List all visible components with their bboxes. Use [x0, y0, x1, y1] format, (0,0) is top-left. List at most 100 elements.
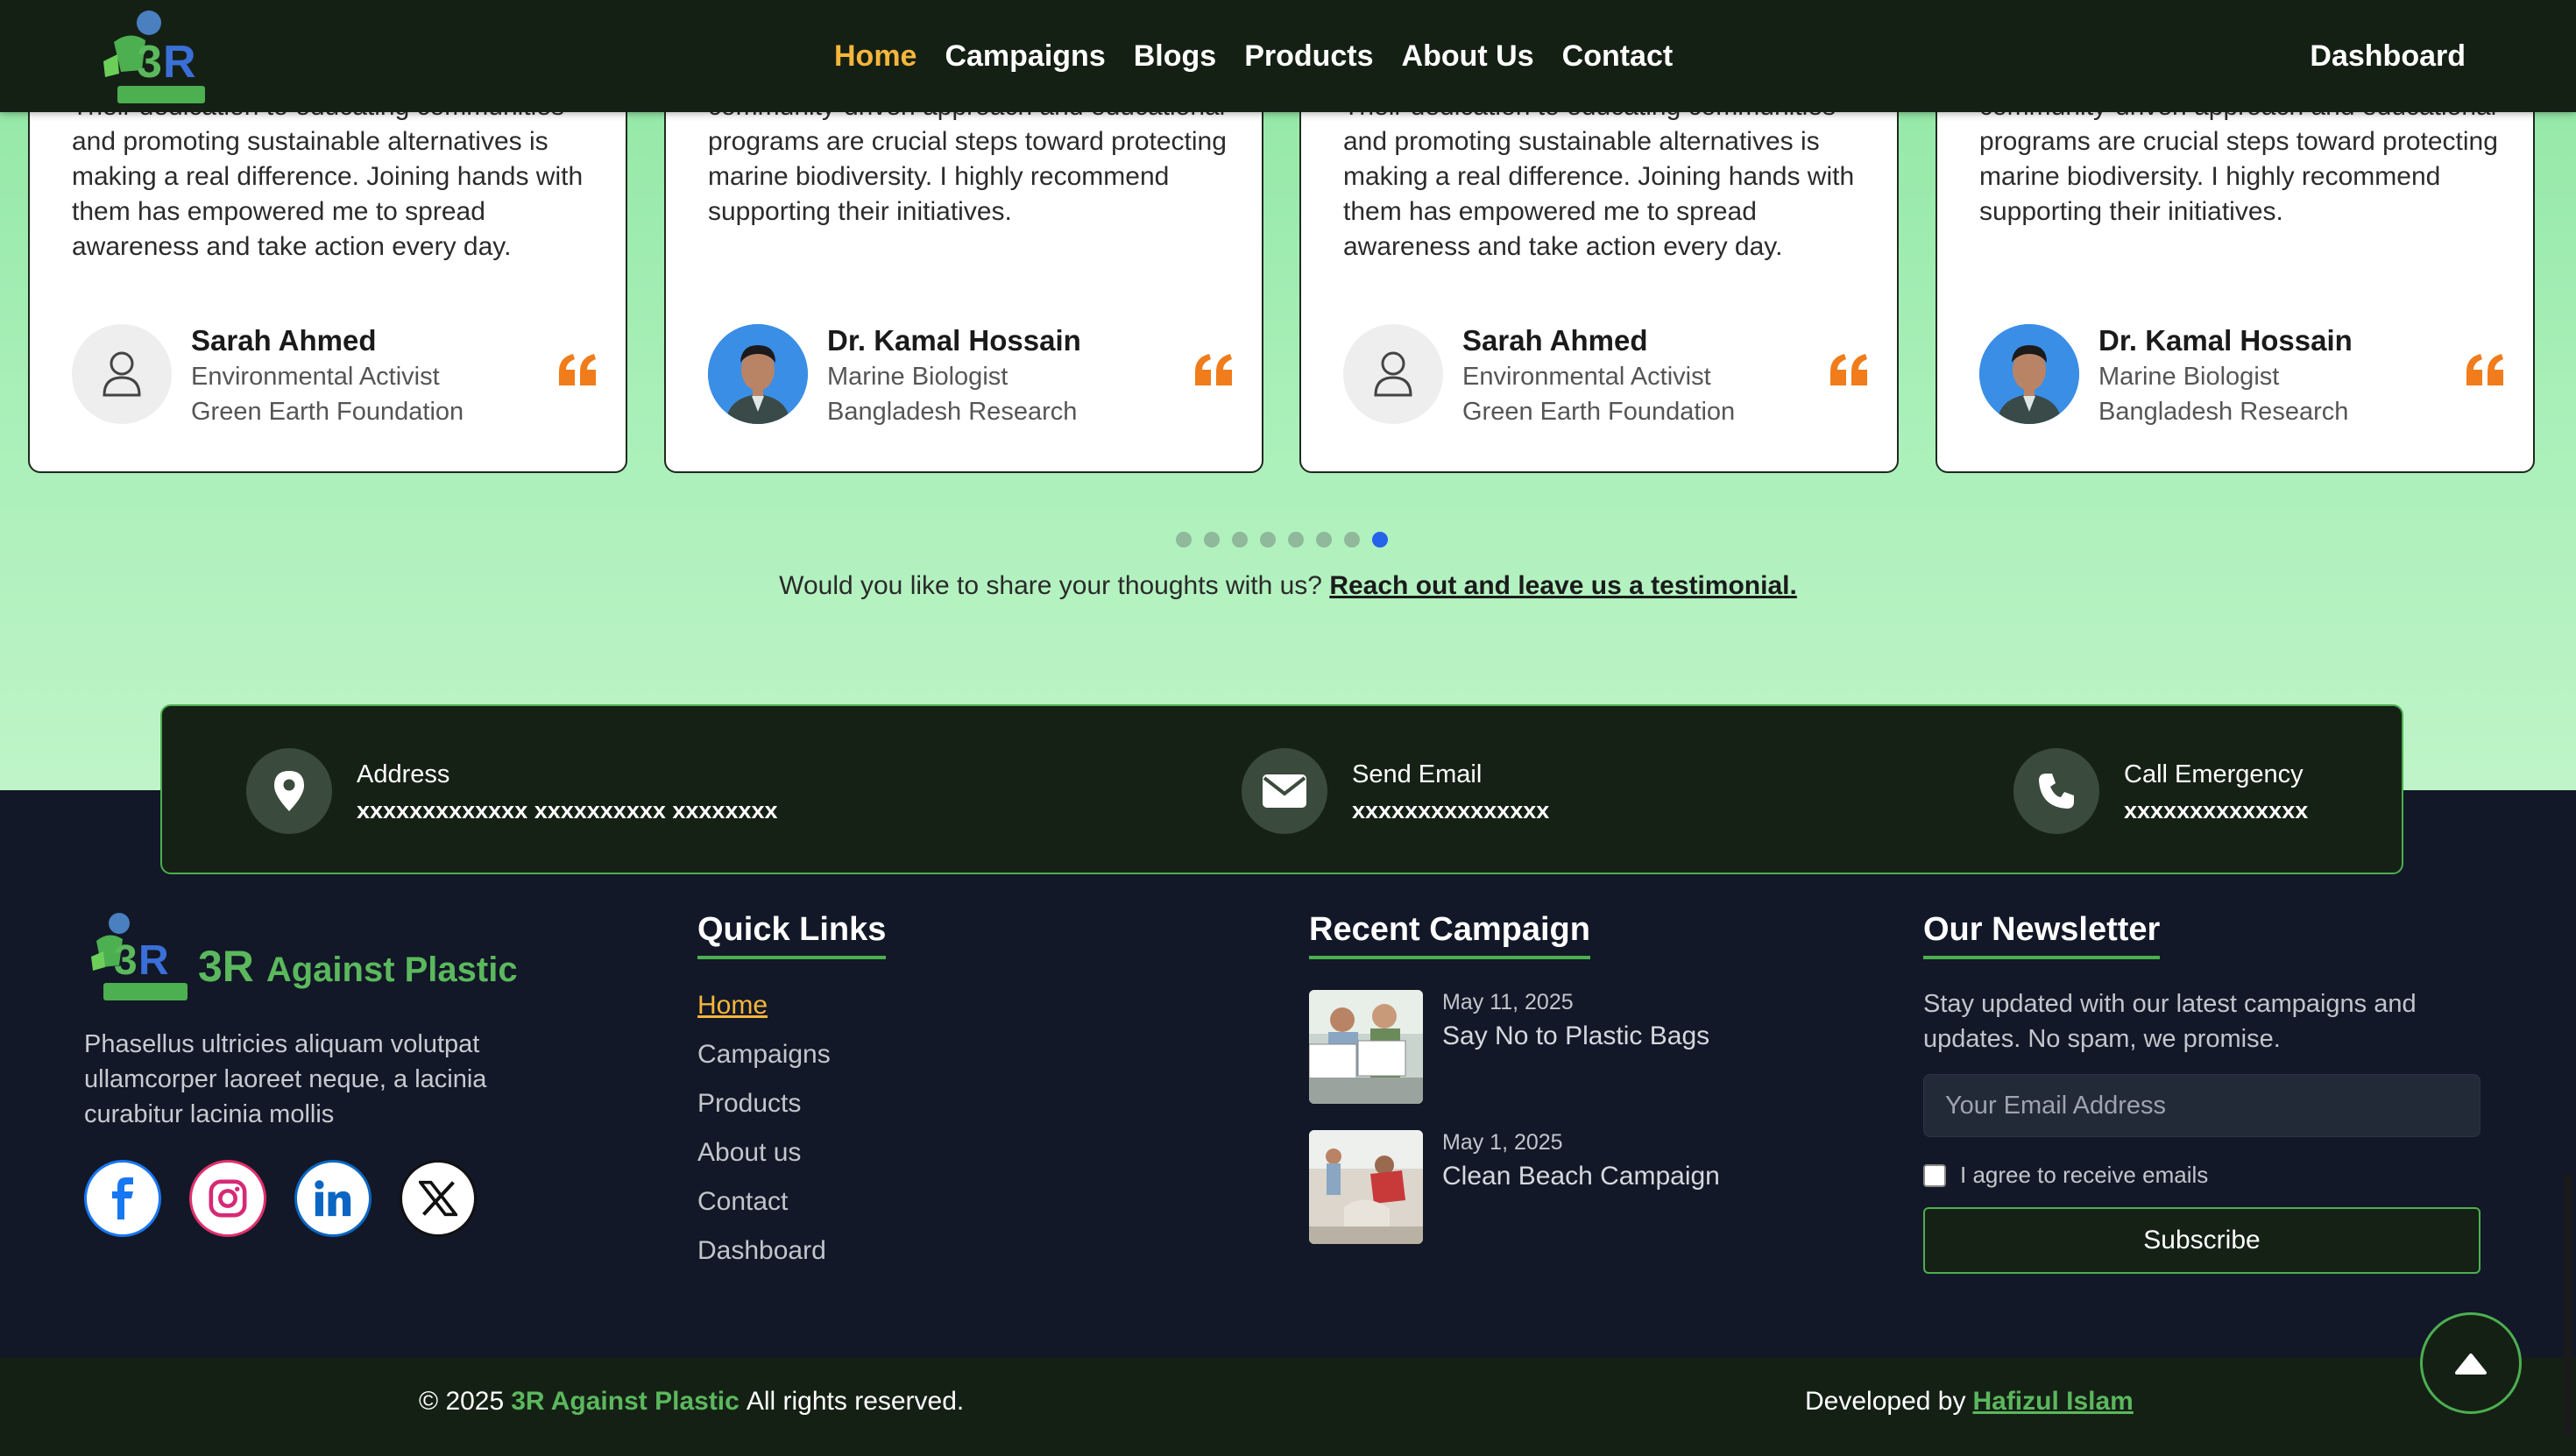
author-photo [1979, 324, 2079, 424]
carousel-dots [1176, 532, 1388, 548]
consent-checkbox[interactable] [1923, 1163, 1946, 1187]
quote-icon [2466, 354, 2503, 385]
testimonial-author: Sarah Ahmed Environmental Activist Green… [72, 324, 598, 429]
carousel-dot[interactable] [1288, 532, 1304, 548]
author-role: Environmental Activist [191, 363, 440, 391]
campaign-date: May 1, 2025 [1442, 1130, 1563, 1155]
location-pin-icon [246, 748, 332, 834]
main-nav: Home Campaigns Blogs Products About Us C… [834, 0, 1673, 112]
author-org: Green Earth Foundation [191, 398, 464, 426]
quote-icon [1195, 354, 1232, 385]
footer-link-contact[interactable]: Contact [697, 1184, 831, 1219]
footer: 3 R 3R Against Plastic Phasellus ultrici… [0, 790, 2576, 1358]
copyright-brand: 3R Against Plastic [511, 1387, 740, 1416]
author-org: Bangladesh Research [2098, 398, 2349, 426]
user-placeholder-icon [72, 324, 172, 424]
leave-testimonial-link[interactable]: Reach out and leave us a testimonial. [1329, 571, 1797, 600]
developer-credit: Developed by Hafizul Islam [1805, 1358, 2134, 1445]
page-scrollbar[interactable] [2560, 0, 2576, 1456]
campaign-thumbnail [1309, 990, 1423, 1104]
contact-value[interactable]: xxxxxxxxxxxxxxx [1352, 797, 1549, 824]
carousel-dot[interactable] [1344, 532, 1360, 548]
user-placeholder-icon [1343, 324, 1443, 424]
x-twitter-icon[interactable] [400, 1160, 477, 1237]
footer-link-products[interactable]: Products [697, 1086, 831, 1120]
contact-label: Address [357, 760, 450, 788]
author-name: Sarah Ahmed [1462, 324, 1648, 357]
nav-products[interactable]: Products [1244, 39, 1373, 74]
nav-about-us[interactable]: About Us [1402, 39, 1534, 74]
footer-link-dashboard[interactable]: Dashboard [697, 1233, 831, 1268]
instagram-icon[interactable] [189, 1160, 266, 1237]
consent-label: I agree to receive emails [1960, 1162, 2209, 1188]
share-prefix: Would you like to share your thoughts wi… [779, 571, 1322, 600]
svg-text:3: 3 [137, 37, 162, 88]
carousel-dot[interactable] [1316, 532, 1332, 548]
linkedin-icon[interactable] [294, 1160, 372, 1237]
author-org: Bangladesh Research [827, 398, 1078, 426]
author-photo [708, 324, 808, 424]
campaign-title: Say No to Plastic Bags [1442, 1021, 1710, 1050]
quote-icon [559, 354, 596, 385]
brand-name: 3R [198, 942, 254, 991]
copyright-bar: © 2025 3R Against Plastic All rights res… [0, 1358, 2576, 1456]
carousel-dot[interactable] [1260, 532, 1276, 548]
campaign-date: May 11, 2025 [1442, 990, 1574, 1014]
author-role: Marine Biologist [827, 363, 1008, 391]
footer-description: Phasellus ultricies aliquam volutpat ull… [84, 1030, 487, 1128]
author-name: Dr. Kamal Hossain [827, 324, 1081, 357]
carousel-dot-active[interactable] [1372, 532, 1388, 548]
quick-links-heading: Quick Links [697, 911, 887, 959]
scroll-to-top-button[interactable] [2420, 1312, 2522, 1414]
quick-links: Home Campaigns Products About us Contact… [697, 988, 831, 1268]
footer-brand: 3R Against Plastic [198, 941, 518, 992]
recent-campaign-item[interactable]: May 1, 2025 Clean Beach Campaign [1309, 1130, 1800, 1244]
footer-link-campaigns[interactable]: Campaigns [697, 1037, 831, 1071]
contact-value[interactable]: xxxxxxxxxxxxxx [2124, 797, 2308, 824]
subscribe-button[interactable]: Subscribe [1923, 1207, 2480, 1274]
svg-text:R: R [163, 37, 196, 88]
newsletter-email-input[interactable] [1923, 1074, 2480, 1137]
nav-dashboard-button[interactable]: Dashboard [2310, 0, 2466, 112]
carousel-dot[interactable] [1232, 532, 1248, 548]
brand-logo: 3 R [91, 913, 188, 1000]
recent-campaign-item[interactable]: May 11, 2025 Say No to Plastic Bags [1309, 990, 1800, 1104]
svg-text:3: 3 [114, 937, 138, 984]
navbar: 3 R Home Campaigns Blogs Products About … [0, 0, 2576, 112]
quote-icon [1830, 354, 1867, 385]
footer-link-about[interactable]: About us [697, 1135, 831, 1170]
developer-link[interactable]: Hafizul Islam [1972, 1387, 2133, 1417]
copyright-prefix: © 2025 [419, 1387, 505, 1416]
social-links [84, 1160, 477, 1237]
contact-label: Call Emergency [2124, 760, 2304, 788]
newsletter-heading: Our Newsletter [1923, 911, 2161, 959]
author-org: Green Earth Foundation [1462, 398, 1736, 426]
footer-link-home[interactable]: Home [697, 988, 831, 1022]
nav-blogs[interactable]: Blogs [1134, 39, 1216, 74]
copyright-suffix: All rights reserved. [746, 1387, 965, 1416]
newsletter-description: Stay updated with our latest campaigns a… [1923, 990, 2417, 1053]
campaign-thumbnail [1309, 1130, 1423, 1244]
envelope-icon [1242, 748, 1327, 834]
nav-contact[interactable]: Contact [1562, 39, 1674, 74]
site-logo[interactable]: 3 R [96, 7, 210, 105]
author-role: Environmental Activist [1462, 363, 1711, 391]
recent-campaign-heading: Recent Campaign [1309, 911, 1590, 959]
scrollbar-thumb[interactable] [2564, 1174, 2572, 1437]
caret-up-icon [2455, 1354, 2487, 1375]
contact-info-bar: Address xxxxxxxxxxxxx xxxxxxxxxx xxxxxxx… [160, 704, 2403, 874]
carousel-dot[interactable] [1176, 532, 1192, 548]
nav-campaigns[interactable]: Campaigns [945, 39, 1105, 74]
testimonial-author: Dr. Kamal Hossain Marine Biologist Bangl… [1979, 324, 2505, 429]
testimonial-author: Dr. Kamal Hossain Marine Biologist Bangl… [708, 324, 1234, 429]
nav-home[interactable]: Home [834, 39, 916, 74]
contact-label: Send Email [1352, 760, 1483, 788]
svg-text:R: R [138, 937, 169, 984]
testimonial-text: Their dedication to educating communitie… [1343, 92, 1855, 261]
carousel-dot[interactable] [1204, 532, 1220, 548]
facebook-icon[interactable] [84, 1160, 161, 1237]
author-name: Dr. Kamal Hossain [2098, 324, 2353, 357]
contact-value: xxxxxxxxxxxxx xxxxxxxxxx xxxxxxxx [357, 797, 778, 823]
share-testimonial: Would you like to share your thoughts wi… [0, 571, 2576, 601]
campaign-title: Clean Beach Campaign [1442, 1162, 1720, 1191]
